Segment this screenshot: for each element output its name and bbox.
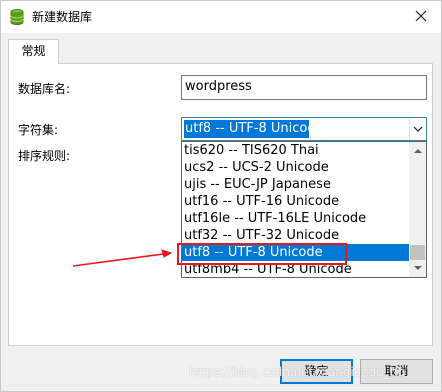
cancel-button[interactable]: 取消	[360, 359, 433, 384]
db-name-label: 数据库名:	[18, 82, 71, 96]
db-name-input[interactable]: wordpress	[181, 75, 427, 100]
dropdown-option[interactable]: utf16 -- UTF-16 Unicode	[182, 193, 409, 210]
window-title: 新建数据库	[32, 10, 93, 24]
dropdown-option-selected[interactable]: utf8 -- UTF-8 Unicode	[182, 244, 409, 261]
database-icon	[10, 9, 24, 25]
dropdown-option[interactable]: utf8mb4 -- UTF-8 Unicode	[182, 261, 409, 277]
charset-select[interactable]: utf8 -- UTF-8 Unicode	[181, 117, 427, 141]
dropdown-option[interactable]: utf16le -- UTF-16LE Unicode	[182, 210, 409, 227]
charset-selected-value: utf8 -- UTF-8 Unicode	[184, 120, 324, 138]
scrollbar-thumb[interactable]	[410, 245, 425, 260]
new-database-dialog: 新建数据库 常规 数据库名: wordpress 字符集: utf8 -- UT…	[0, 0, 442, 392]
annotation-arrow-icon	[72, 249, 173, 267]
collation-label: 排序规则:	[18, 149, 71, 163]
scroll-up-icon[interactable]	[409, 142, 426, 159]
close-icon	[415, 10, 427, 25]
charset-label: 字符集:	[18, 123, 59, 137]
dropdown-option[interactable]: utf32 -- UTF-32 Unicode	[182, 227, 409, 244]
dropdown-option[interactable]: ucs2 -- UCS-2 Unicode	[182, 159, 409, 176]
dropdown-option[interactable]: ujis -- EUC-JP Japanese	[182, 176, 409, 193]
tab-general[interactable]: 常规	[8, 39, 59, 64]
dropdown-scrollbar[interactable]	[409, 142, 426, 277]
title-bar: 新建数据库	[1, 1, 441, 33]
chevron-down-icon[interactable]	[409, 118, 426, 140]
close-button[interactable]	[405, 4, 437, 30]
scroll-down-icon[interactable]	[409, 260, 426, 277]
dropdown-option[interactable]: tis620 -- TIS620 Thai	[182, 142, 409, 159]
charset-dropdown-list: tis620 -- TIS620 Thai ucs2 -- UCS-2 Unic…	[181, 141, 427, 278]
ok-button[interactable]: 确定	[280, 359, 353, 384]
